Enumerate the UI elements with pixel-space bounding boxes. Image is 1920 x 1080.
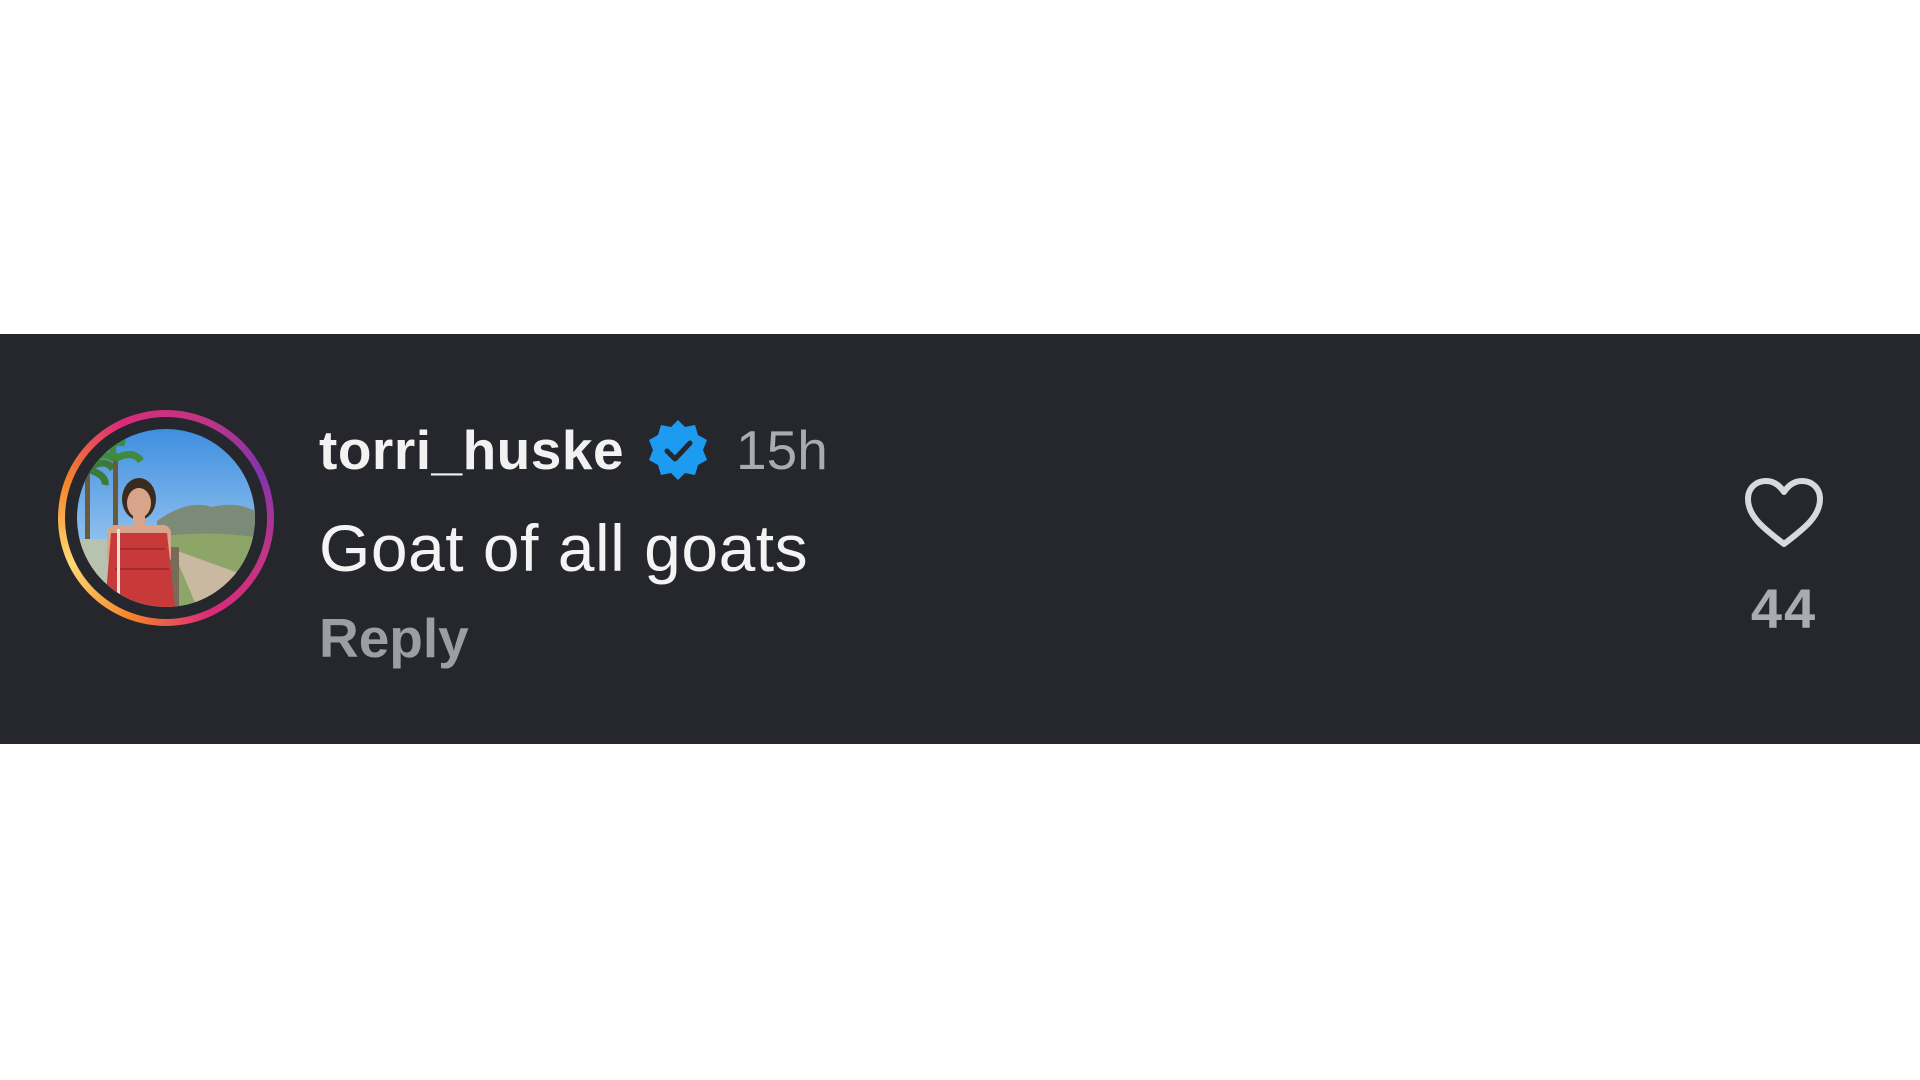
page: torri_huske 15h Goat of all goats Reply … <box>0 0 1920 1080</box>
avatar-photo <box>77 429 255 607</box>
verified-badge-icon <box>649 420 708 480</box>
comment-meta: torri_huske 15h <box>319 414 828 486</box>
like-count: 44 <box>1750 577 1818 640</box>
avatar[interactable] <box>77 429 255 607</box>
reply-button[interactable]: Reply <box>319 606 469 670</box>
comment-timestamp: 15h <box>736 419 828 481</box>
heart-icon[interactable] <box>1743 476 1825 550</box>
comment-body: torri_huske 15h Goat of all goats Reply <box>319 414 828 670</box>
like-area: 44 <box>1722 476 1846 641</box>
username[interactable]: torri_huske <box>319 418 624 482</box>
comment-row: torri_huske 15h Goat of all goats Reply … <box>0 334 1920 744</box>
comment-text: Goat of all goats <box>319 511 809 585</box>
story-ring[interactable] <box>58 410 274 626</box>
